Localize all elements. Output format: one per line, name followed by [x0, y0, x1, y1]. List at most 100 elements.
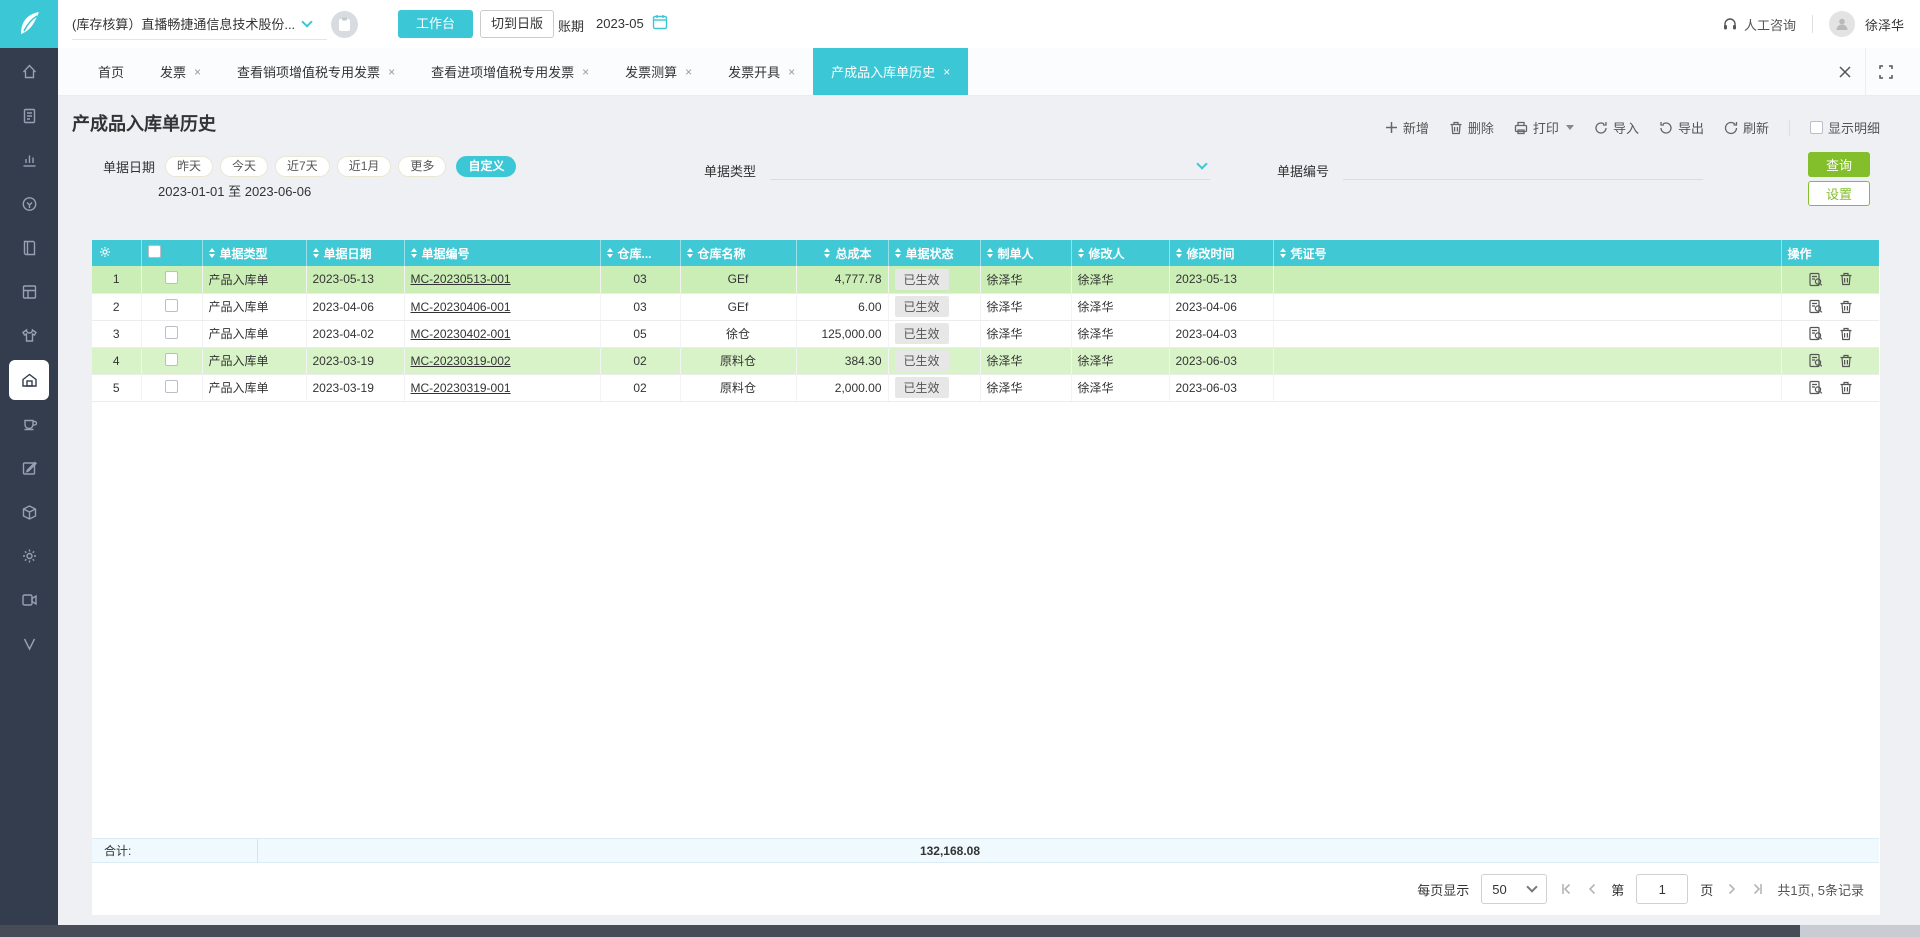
column-header[interactable]: 单据类型 [202, 240, 306, 266]
calendar-icon[interactable] [652, 14, 668, 35]
sort-icon[interactable] [313, 248, 319, 258]
doc-type-select[interactable] [770, 156, 1210, 180]
close-all-tabs-icon[interactable] [1825, 48, 1865, 96]
tab-查看销项增值税专用发票[interactable]: 查看销项增值税专用发票× [219, 48, 413, 95]
column-header[interactable]: 总成本 [796, 240, 888, 266]
custom-date-pill[interactable]: 自定义 [456, 156, 516, 177]
sidebar-item-warehouse[interactable] [0, 358, 58, 402]
column-settings-header[interactable] [92, 240, 141, 266]
sidebar-item-fund[interactable] [0, 182, 58, 226]
checkbox-icon[interactable] [165, 353, 178, 366]
row-select[interactable] [141, 374, 202, 401]
delete-row-icon[interactable] [1839, 381, 1853, 395]
sidebar-item-home[interactable] [0, 50, 58, 94]
column-header[interactable]: 修改人 [1071, 240, 1169, 266]
sort-icon[interactable] [411, 248, 417, 258]
last-page-button[interactable] [1751, 882, 1765, 896]
column-header[interactable]: 单据状态 [888, 240, 980, 266]
sort-icon[interactable] [1176, 248, 1182, 258]
export-button[interactable]: 导出 [1659, 118, 1704, 137]
sidebar-item-video[interactable] [0, 578, 58, 622]
delete-row-icon[interactable] [1839, 300, 1853, 314]
app-logo[interactable] [0, 0, 58, 48]
column-header[interactable]: 修改时间 [1169, 240, 1273, 266]
column-header[interactable]: 仓库... [600, 240, 680, 266]
column-header[interactable]: 制单人 [980, 240, 1071, 266]
tab-发票[interactable]: 发票× [142, 48, 219, 95]
prev-page-button[interactable] [1585, 882, 1599, 896]
next-page-button[interactable] [1725, 882, 1739, 896]
date-pill-今天[interactable]: 今天 [220, 156, 268, 177]
sidebar-item-ledger[interactable] [0, 226, 58, 270]
column-header[interactable]: 凭证号 [1273, 240, 1781, 266]
scrollbar-thumb[interactable] [0, 925, 1800, 937]
tab-close-icon[interactable]: × [788, 65, 795, 79]
add-button[interactable]: 新增 [1385, 118, 1429, 137]
table-row[interactable]: 2产品入库单2023-04-06MC-20230406-00103GEf6.00… [92, 293, 1879, 320]
date-pill-昨天[interactable]: 昨天 [165, 156, 213, 177]
view-doc-icon[interactable] [1808, 272, 1823, 287]
sort-icon[interactable] [824, 248, 830, 258]
doc-code-link[interactable]: MC-20230513-001 [411, 272, 511, 286]
horizontal-scrollbar[interactable] [0, 925, 1920, 937]
delete-button[interactable]: 删除 [1449, 118, 1494, 137]
doc-code-link[interactable]: MC-20230319-002 [411, 354, 511, 368]
doc-code-link[interactable]: MC-20230406-001 [411, 300, 511, 314]
sort-icon[interactable] [687, 248, 693, 258]
print-button[interactable]: 打印 [1514, 118, 1574, 137]
query-button[interactable]: 查询 [1808, 152, 1870, 177]
tab-close-icon[interactable]: × [194, 65, 201, 79]
checkbox-icon[interactable] [165, 326, 178, 339]
view-doc-icon[interactable] [1808, 353, 1823, 368]
delete-row-icon[interactable] [1839, 272, 1853, 286]
checkbox-icon[interactable] [1810, 121, 1823, 134]
fullscreen-icon[interactable] [1865, 48, 1906, 96]
sidebar-item-service[interactable] [0, 402, 58, 446]
column-header[interactable]: 单据日期 [306, 240, 404, 266]
select-all-header[interactable] [141, 240, 202, 266]
view-doc-icon[interactable] [1808, 299, 1823, 314]
tab-close-icon[interactable]: × [388, 65, 395, 79]
per-page-select[interactable]: 50 [1481, 874, 1547, 904]
row-select[interactable] [141, 320, 202, 347]
consult-link[interactable]: 人工咨询 [1722, 15, 1796, 34]
tab-close-icon[interactable]: × [582, 65, 589, 79]
sidebar-item-edit[interactable] [0, 446, 58, 490]
doc-code-link[interactable]: MC-20230319-001 [411, 381, 511, 395]
table-row[interactable]: 4产品入库单2023-03-19MC-20230319-00202原料仓384.… [92, 347, 1879, 374]
sidebar-item-check[interactable] [0, 622, 58, 666]
date-pill-近7天[interactable]: 近7天 [275, 156, 330, 177]
tab-close-icon[interactable]: × [943, 65, 950, 79]
tab-close-icon[interactable]: × [685, 65, 692, 79]
sort-icon[interactable] [1078, 248, 1084, 258]
tab-首页[interactable]: 首页 [80, 48, 142, 95]
show-detail-toggle[interactable]: 显示明细 [1810, 118, 1880, 137]
sort-icon[interactable] [607, 248, 613, 258]
switch-version-button[interactable]: 切到日版 [480, 10, 554, 38]
doc-number-input[interactable] [1343, 156, 1703, 180]
column-header[interactable]: 单据编号 [404, 240, 600, 266]
checkbox-icon[interactable] [165, 271, 178, 284]
tab-发票开具[interactable]: 发票开具× [710, 48, 813, 95]
delete-row-icon[interactable] [1839, 354, 1853, 368]
sidebar-item-settings[interactable] [0, 534, 58, 578]
view-doc-icon[interactable] [1808, 380, 1823, 395]
tab-产成品入库单历史[interactable]: 产成品入库单历史× [813, 48, 968, 95]
row-select[interactable] [141, 347, 202, 374]
row-select[interactable] [141, 293, 202, 320]
sidebar-item-invoice[interactable] [0, 94, 58, 138]
column-header[interactable]: 仓库名称 [680, 240, 796, 266]
avatar[interactable] [1829, 11, 1855, 37]
date-pill-更多[interactable]: 更多 [398, 156, 446, 177]
sidebar-item-report[interactable] [0, 270, 58, 314]
period-value[interactable]: 2023-05 [596, 16, 644, 31]
row-select[interactable] [141, 266, 202, 293]
workbench-button[interactable]: 工作台 [398, 10, 473, 38]
tab-发票测算[interactable]: 发票测算× [607, 48, 710, 95]
date-pill-近1月[interactable]: 近1月 [337, 156, 392, 177]
sort-icon[interactable] [1280, 248, 1286, 258]
checkbox-icon[interactable] [165, 380, 178, 393]
sort-icon[interactable] [987, 248, 993, 258]
clipboard-badge-icon[interactable] [331, 11, 358, 38]
checkbox-icon[interactable] [148, 245, 161, 258]
